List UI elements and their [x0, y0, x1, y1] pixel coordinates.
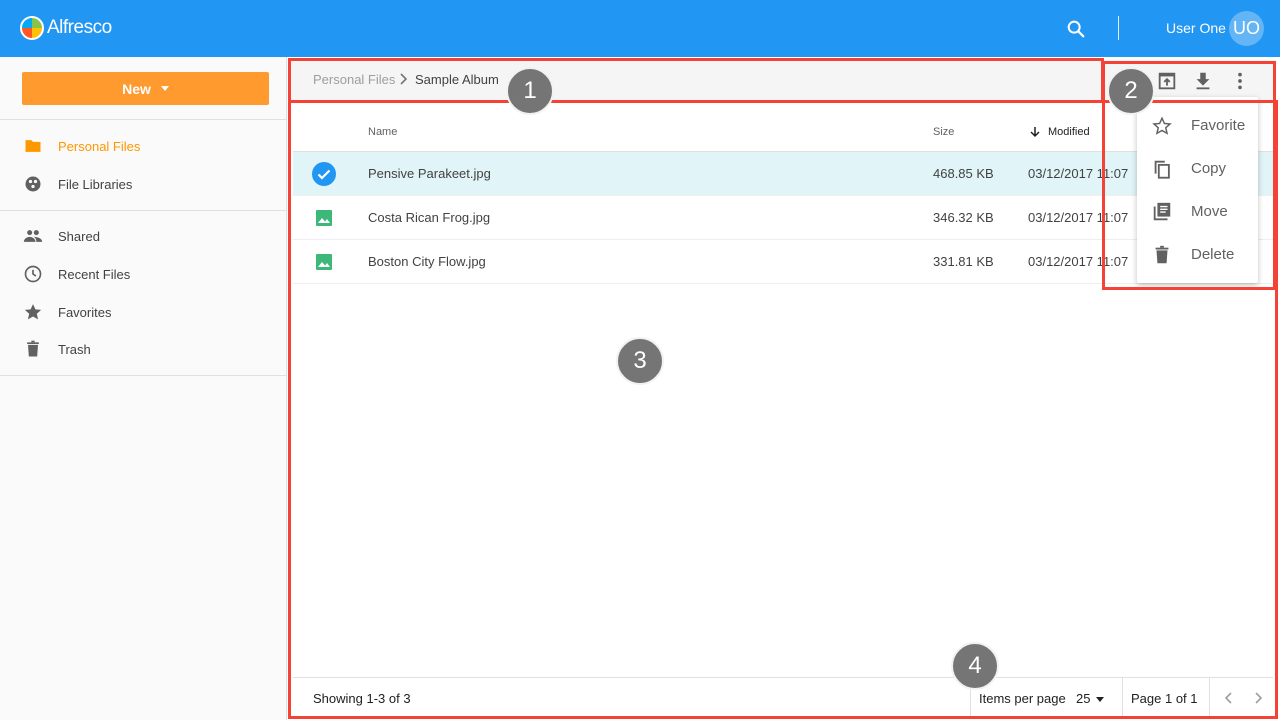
file-modified: 03/12/2017 11:07: [1028, 254, 1129, 269]
breadcrumb-item-personal-files[interactable]: Personal Files: [313, 72, 395, 87]
file-name[interactable]: Boston City Flow.jpg: [368, 254, 486, 269]
alfresco-logo[interactable]: Alfresco: [20, 16, 112, 40]
file-name[interactable]: Pensive Parakeet.jpg: [368, 166, 491, 181]
user-name[interactable]: User One: [1166, 20, 1226, 36]
sidebar-item-label: Recent Files: [58, 266, 131, 282]
alfresco-logo-icon: [20, 16, 44, 40]
file-modified: 03/12/2017 11:07: [1028, 166, 1129, 181]
items-per-page-label: Items per page: [979, 691, 1066, 706]
file-size: 346.32 KB: [933, 210, 994, 225]
items-per-page-select[interactable]: 25: [1076, 691, 1090, 706]
sidebar-item-recent-files[interactable]: Recent Files: [0, 256, 287, 292]
search-icon[interactable]: [1065, 18, 1087, 40]
clock-icon: [24, 265, 42, 283]
menu-item-delete[interactable]: Delete: [1137, 233, 1258, 276]
table-header: Name Size Modified: [293, 112, 1273, 152]
column-header-size[interactable]: Size: [933, 126, 954, 138]
annotation-badge: 2: [1107, 67, 1155, 115]
sidebar-divider: [0, 210, 287, 211]
delete-icon: [1155, 245, 1169, 264]
file-modified: 03/12/2017 11:07: [1028, 210, 1129, 225]
people-icon: [23, 230, 43, 242]
column-header-label: Modified: [1048, 126, 1090, 138]
trash-icon: [27, 340, 39, 357]
sidebar-item-label: Shared: [58, 228, 100, 244]
top-app-bar: Alfresco User One UO: [0, 0, 1280, 57]
image-icon: [316, 254, 332, 270]
pagination-range: Showing 1-3 of 3: [313, 691, 411, 706]
pagination-divider: [1209, 678, 1210, 718]
pagination: Showing 1-3 of 3 Items per page 25 Page …: [293, 677, 1273, 718]
image-icon: [316, 210, 332, 226]
sidebar-item-trash[interactable]: Trash: [0, 331, 287, 367]
check-circle-icon[interactable]: [312, 162, 336, 186]
caret-down-icon[interactable]: [1096, 697, 1104, 702]
sidebar-item-label: Personal Files: [58, 138, 141, 154]
move-icon: [1153, 202, 1171, 221]
annotation-badge: 1: [506, 67, 554, 115]
star-outline-icon: [1152, 116, 1172, 135]
breadcrumb-item-current: Sample Album: [415, 72, 499, 87]
chevron-left-icon[interactable]: [1221, 690, 1237, 706]
more-vert-icon[interactable]: [1229, 70, 1251, 92]
menu-item-label: Copy: [1191, 160, 1227, 177]
sidebar-divider: [0, 119, 287, 120]
caret-down-icon: [160, 86, 169, 91]
sidebar-divider: [0, 375, 287, 376]
file-size: 331.81 KB: [933, 254, 994, 269]
sidebar-item-label: File Libraries: [58, 176, 133, 192]
folder-icon: [25, 140, 41, 152]
chevron-right-icon: [400, 73, 408, 85]
menu-item-favorite[interactable]: Favorite: [1137, 104, 1258, 147]
file-size: 468.85 KB: [933, 166, 994, 181]
logo-text: Alfresco: [47, 17, 112, 38]
table-row[interactable]: Costa Rican Frog.jpg 346.32 KB 03/12/201…: [293, 196, 1273, 240]
table-row[interactable]: Boston City Flow.jpg 331.81 KB 03/12/201…: [293, 240, 1273, 284]
page-indicator[interactable]: Page 1 of 1: [1131, 691, 1198, 706]
menu-item-label: Move: [1191, 203, 1228, 220]
new-button[interactable]: New: [22, 72, 269, 105]
column-header-name[interactable]: Name: [368, 126, 397, 138]
file-name[interactable]: Costa Rican Frog.jpg: [368, 210, 490, 225]
arrow-down-icon: [1030, 127, 1040, 138]
sidebar: New Personal Files File Libraries Shared…: [0, 57, 287, 720]
column-header-modified[interactable]: Modified: [1029, 126, 1090, 138]
new-button-label: New: [122, 80, 151, 97]
copy-icon: [1154, 160, 1170, 179]
menu-item-label: Delete: [1191, 246, 1235, 263]
sidebar-item-personal-files[interactable]: Personal Files: [0, 128, 287, 164]
menu-item-label: Favorite: [1191, 117, 1246, 134]
header-divider: [1118, 16, 1119, 40]
chevron-right-icon[interactable]: [1250, 690, 1266, 706]
menu-item-move[interactable]: Move: [1137, 190, 1258, 233]
download-icon[interactable]: [1192, 70, 1214, 92]
sidebar-item-file-libraries[interactable]: File Libraries: [0, 166, 287, 202]
pagination-divider: [1122, 678, 1123, 718]
avatar[interactable]: UO: [1229, 11, 1264, 46]
sidebar-item-shared[interactable]: Shared: [0, 218, 287, 254]
open-in-new-icon[interactable]: [1156, 70, 1178, 92]
menu-item-copy[interactable]: Copy: [1137, 147, 1258, 190]
sidebar-item-label: Favorites: [58, 304, 112, 320]
star-icon: [24, 304, 42, 320]
actions-menu: Favorite Copy Move Delete: [1137, 97, 1258, 283]
sidebar-item-favorites[interactable]: Favorites: [0, 294, 287, 330]
annotation-badge: 4: [951, 642, 999, 690]
table-row[interactable]: Pensive Parakeet.jpg 468.85 KB 03/12/201…: [293, 152, 1273, 196]
libraries-icon: [25, 176, 41, 192]
annotation-badge: 3: [616, 337, 664, 385]
sidebar-item-label: Trash: [58, 341, 91, 357]
